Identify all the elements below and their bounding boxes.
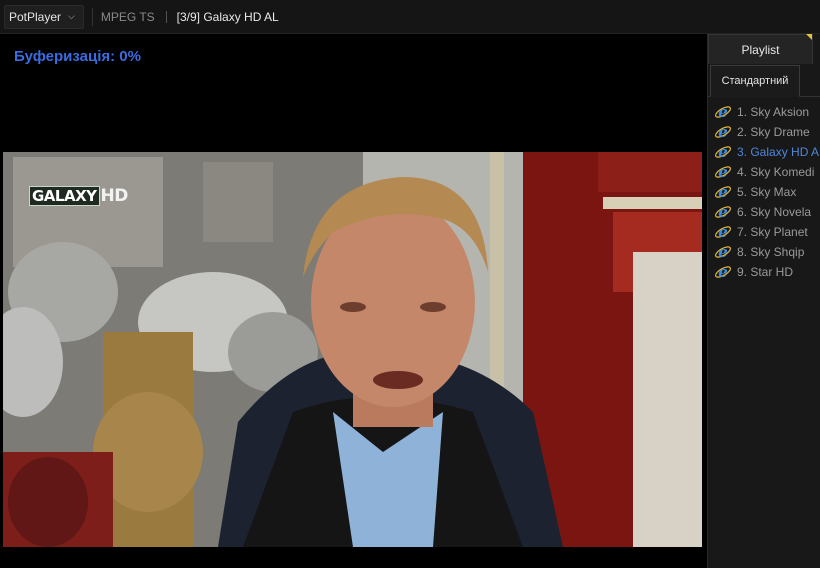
playlist-item-label: 8. Sky Shqip — [737, 245, 805, 259]
playlist-item-active[interactable]: e 3. Galaxy HD AL — [714, 142, 820, 162]
playlist-item-label: 2. Sky Drame — [737, 125, 810, 139]
now-playing-title: [3/9] Galaxy HD AL — [176, 9, 279, 24]
playlist-item-label: 4. Sky Komedi — [737, 165, 815, 179]
playlist-list: e 1. Sky Aksion e 2. Sky Drame e 3. Gala… — [714, 102, 820, 282]
playlist-item[interactable]: e 8. Sky Shqip — [714, 242, 820, 262]
internet-explorer-icon: e — [715, 243, 731, 261]
tab-standard-playlist[interactable]: Стандартний — [710, 65, 800, 97]
playlist-item-label: 1. Sky Aksion — [737, 105, 810, 119]
video-image — [3, 152, 702, 547]
svg-text:e: e — [718, 163, 728, 181]
channel-logo: GALAXY HD — [29, 186, 128, 206]
playlist-item[interactable]: e 1. Sky Aksion — [714, 102, 820, 122]
subtab-row: Стандартний — [708, 65, 820, 97]
playlist-item[interactable]: e 6. Sky Novela — [714, 202, 820, 222]
internet-explorer-icon: e — [715, 143, 731, 161]
internet-explorer-icon: e — [715, 123, 731, 141]
playlist-item-label: 7. Sky Planet — [737, 225, 808, 239]
chevron-down-icon: ⌵ — [68, 11, 75, 21]
video-frame[interactable]: GALAXY HD — [3, 152, 702, 547]
playlist-item-label: 6. Sky Novela — [737, 205, 812, 219]
playlist-panel: Playlist Стандартний e 1. Sky Aksion e 2… — [707, 34, 820, 568]
playlist-item-label: 3. Galaxy HD AL — [737, 145, 820, 159]
svg-text:e: e — [718, 203, 728, 221]
playlist-item[interactable]: e 9. Star HD — [714, 262, 820, 282]
tab-playlist[interactable]: Playlist — [708, 34, 813, 64]
svg-text:e: e — [718, 223, 728, 241]
internet-explorer-icon: e — [715, 223, 731, 241]
internet-explorer-icon: e — [715, 263, 731, 281]
format-label: MPEG TS — [100, 9, 155, 24]
svg-text:e: e — [718, 243, 728, 261]
svg-text:e: e — [718, 123, 728, 141]
svg-text:e: e — [718, 263, 728, 281]
internet-explorer-icon: e — [715, 163, 731, 181]
svg-text:e: e — [718, 143, 728, 161]
playlist-item[interactable]: e 4. Sky Komedi — [714, 162, 820, 182]
playlist-item[interactable]: e 7. Sky Planet — [714, 222, 820, 242]
tab-marker-icon — [806, 34, 812, 40]
playlist-item[interactable]: e 5. Sky Max — [714, 182, 820, 202]
playlist-item-label: 9. Star HD — [737, 265, 794, 279]
internet-explorer-icon: e — [715, 203, 731, 221]
internet-explorer-icon: e — [715, 103, 731, 121]
svg-text:e: e — [718, 183, 728, 201]
buffering-status: Буферизація: 0% — [14, 48, 141, 65]
video-area[interactable]: Буферизація: 0% GALAXY HD — [0, 34, 707, 568]
divider — [91, 7, 93, 26]
app-name: PotPlayer — [9, 9, 62, 24]
divider — [165, 10, 167, 23]
playlist-item[interactable]: e 2. Sky Drame — [714, 122, 820, 142]
playlist-item-label: 5. Sky Max — [737, 185, 797, 199]
internet-explorer-icon: e — [715, 183, 731, 201]
title-bar: PotPlayer ⌵ MPEG TS [3/9] Galaxy HD AL — [0, 0, 820, 34]
svg-text:e: e — [718, 103, 728, 121]
app-menu-button[interactable]: PotPlayer ⌵ — [4, 4, 84, 29]
